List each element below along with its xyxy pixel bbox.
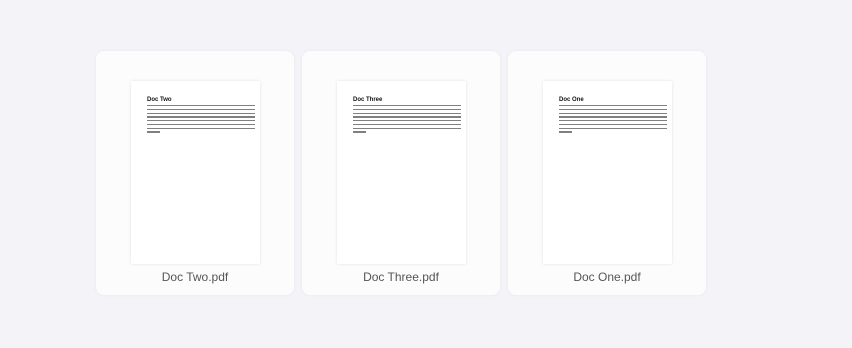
- pdf-thumbnail: Doc Two: [131, 81, 260, 264]
- file-grid: Doc Two Doc Two.pdf Doc Three Doc Three.…: [96, 51, 706, 295]
- file-name: Doc One.pdf: [573, 270, 641, 284]
- thumbnail-title: Doc Two: [147, 97, 172, 103]
- pdf-thumbnail: Doc One: [543, 81, 672, 264]
- thumbnail-title: Doc Three: [353, 97, 383, 103]
- file-name: Doc Two.pdf: [161, 270, 229, 284]
- thumbnail-title: Doc One: [559, 97, 584, 103]
- thumbnail-text-block: [559, 105, 667, 135]
- thumbnail-text-block: [147, 105, 255, 135]
- pdf-thumbnail: Doc Three: [337, 81, 466, 264]
- file-name: Doc Three.pdf: [363, 270, 439, 284]
- file-card-doc-three[interactable]: Doc Three Doc Three.pdf: [302, 51, 500, 295]
- thumbnail-text-block: [353, 105, 461, 135]
- file-card-doc-one[interactable]: Doc One Doc One.pdf: [508, 51, 706, 295]
- file-card-doc-two[interactable]: Doc Two Doc Two.pdf: [96, 51, 294, 295]
